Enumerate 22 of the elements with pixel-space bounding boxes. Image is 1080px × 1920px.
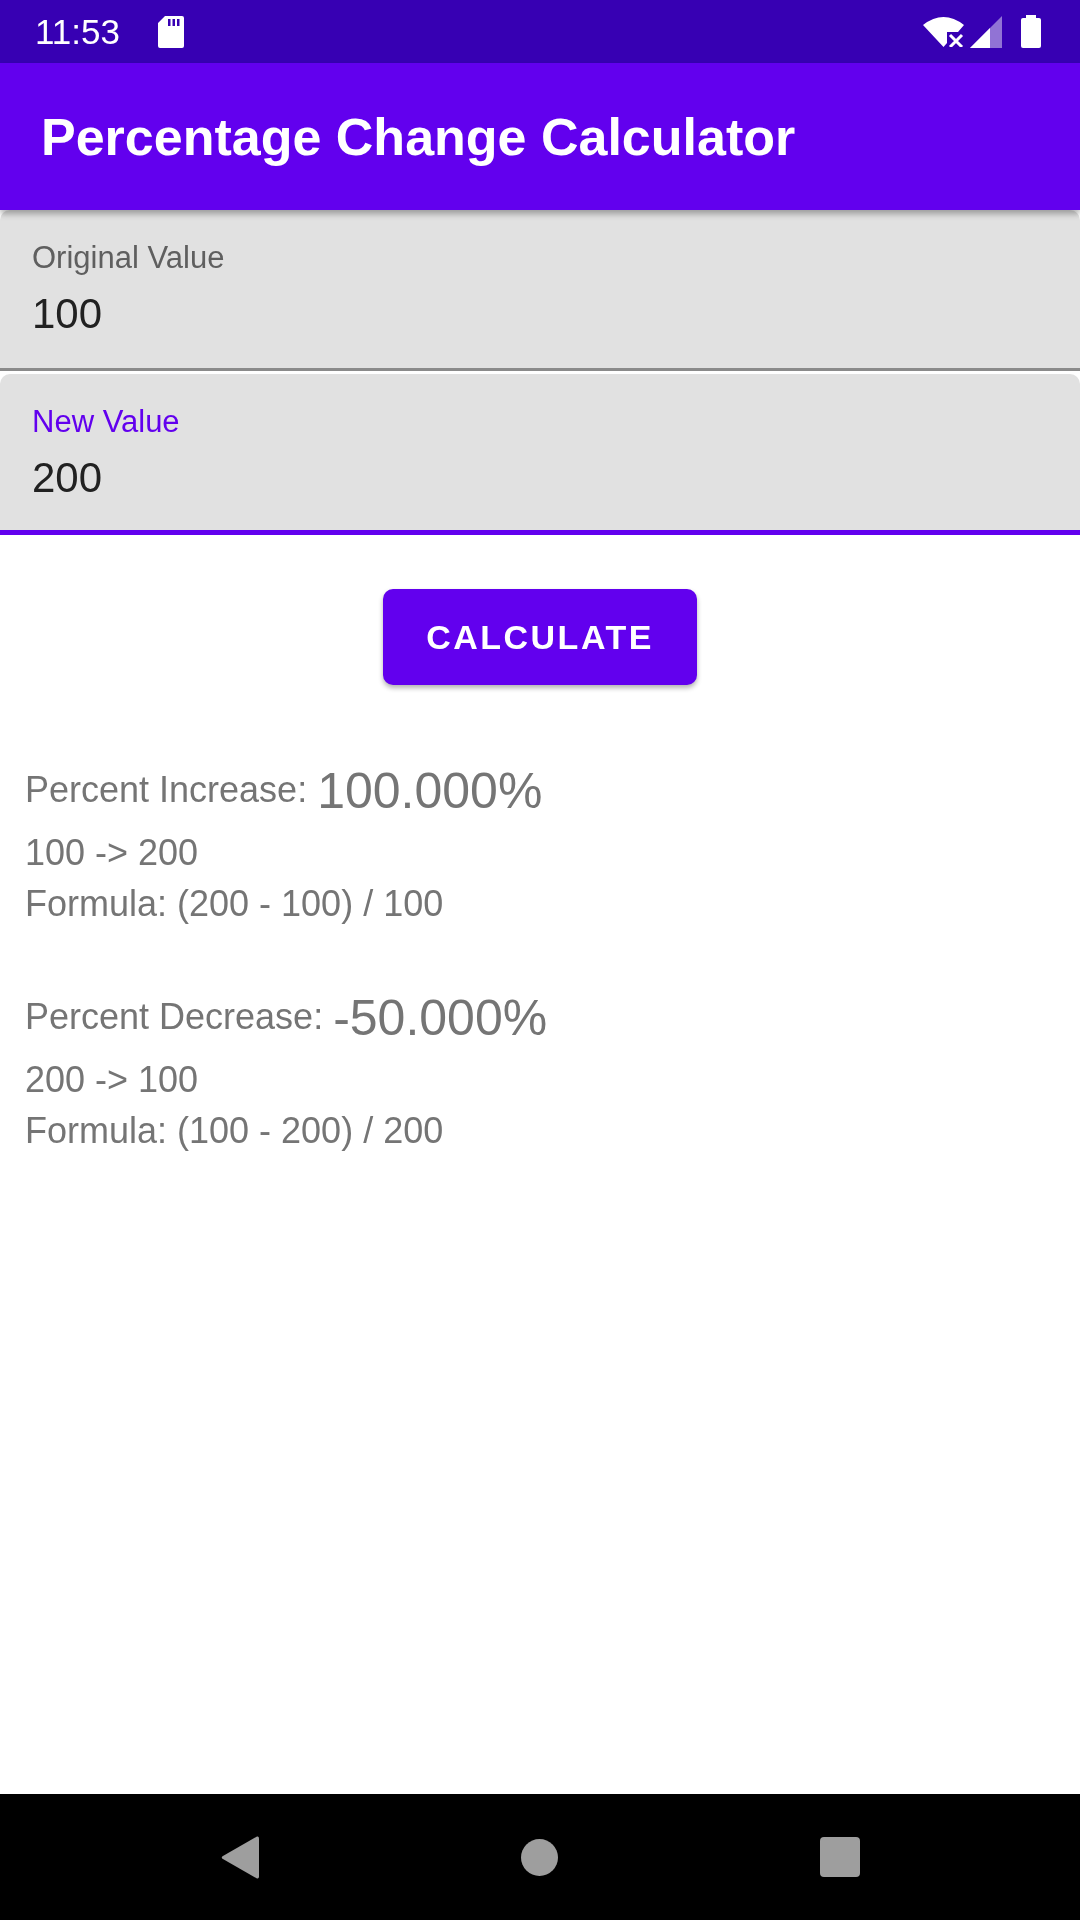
value-change-text: 100 -> 200 xyxy=(25,831,199,875)
signal-icon xyxy=(970,15,1002,48)
result-percentage: -50.000% xyxy=(333,989,548,1047)
recents-icon[interactable] xyxy=(819,1837,860,1877)
home-icon[interactable] xyxy=(520,1838,558,1876)
result-label: Percent Decrease: xyxy=(25,996,324,1038)
field-label: New Value xyxy=(32,406,180,437)
calculate-button[interactable]: CALCULATE xyxy=(383,589,697,685)
formula-text: Formula: (200 - 100) / 100 xyxy=(25,882,444,926)
field-label: Original Value xyxy=(32,242,225,273)
battery-icon xyxy=(1021,15,1041,48)
sd-card-icon xyxy=(158,15,184,48)
value-change-text: 200 -> 100 xyxy=(25,1058,199,1102)
text-input-field[interactable]: Original Value 100 xyxy=(0,210,1080,371)
formula-text: Formula: (100 - 200) / 200 xyxy=(25,1109,444,1153)
back-icon[interactable] xyxy=(220,1835,259,1879)
result-percentage: 100.000% xyxy=(317,762,543,820)
text-input-field[interactable]: New Value 200 xyxy=(0,374,1080,535)
app-title: Percentage Change Calculator xyxy=(41,106,796,167)
wifi-off-icon xyxy=(923,16,964,47)
status-time: 11:53 xyxy=(35,11,120,52)
result-label: Percent Increase: xyxy=(25,769,308,811)
